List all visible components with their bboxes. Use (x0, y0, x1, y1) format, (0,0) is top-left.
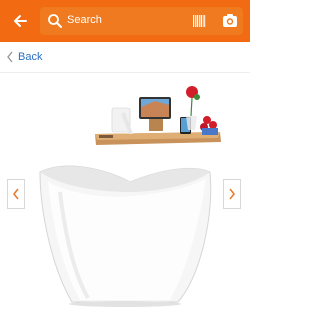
product-image-gallery (0, 72, 250, 322)
next-image-button[interactable] (223, 179, 241, 209)
camera-icon[interactable] (222, 13, 238, 28)
back-link[interactable]: Back (6, 49, 42, 65)
barcode-scan-icon[interactable] (192, 14, 206, 28)
back-arrow-icon[interactable] (8, 10, 32, 32)
chevron-right-icon (229, 188, 235, 200)
search-placeholder: Search (67, 14, 102, 26)
search-input[interactable]: Search (40, 7, 243, 35)
back-bar: Back (0, 42, 250, 73)
back-label: Back (18, 51, 43, 63)
product-image (39, 86, 221, 307)
previous-image-button[interactable] (7, 179, 25, 209)
search-icon (48, 14, 62, 28)
bathtub-image (39, 165, 212, 307)
top-bar: Search (0, 0, 250, 42)
chevron-left-icon (13, 188, 19, 200)
bath-caddy-tray-image (95, 86, 221, 145)
chevron-left-icon (7, 51, 13, 63)
